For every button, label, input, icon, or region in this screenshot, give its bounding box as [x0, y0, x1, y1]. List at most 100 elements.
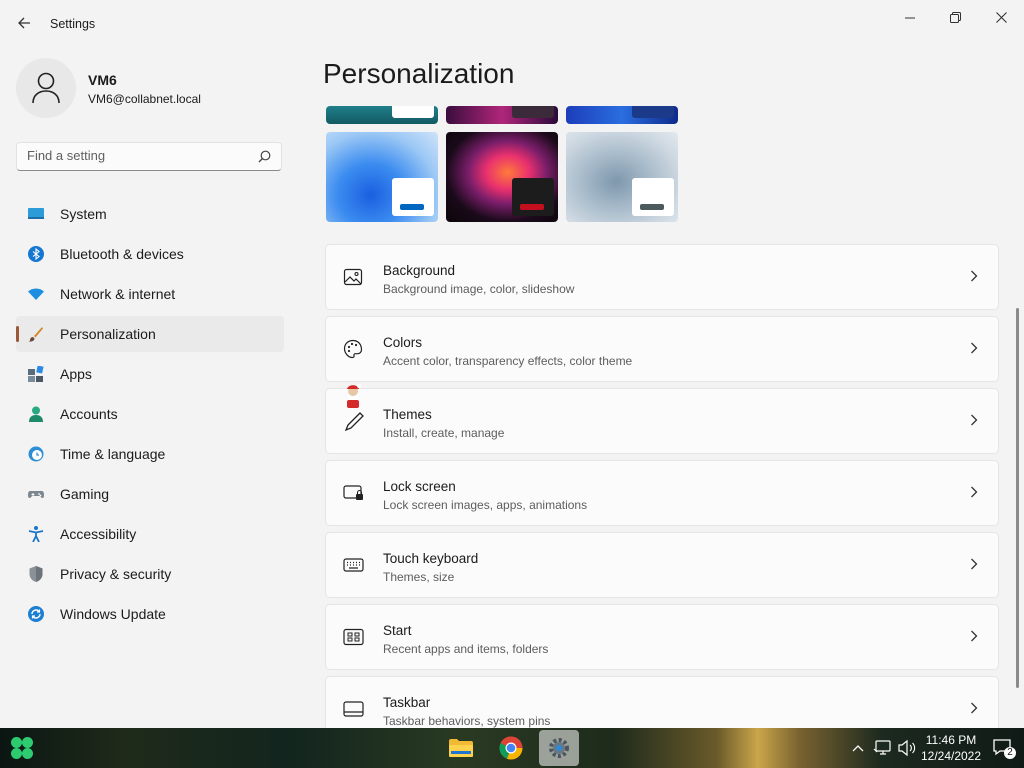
- theme-thumbnail-partial[interactable]: [566, 106, 678, 124]
- taskbar-icon: [343, 699, 365, 721]
- sidebar-item-personalization[interactable]: Personalization: [16, 316, 284, 352]
- user-name: VM6: [88, 72, 117, 88]
- sidebar-item-label: Personalization: [60, 326, 156, 342]
- search-icon[interactable]: [258, 150, 271, 168]
- card-title: Colors: [383, 335, 423, 350]
- card-title: Themes: [383, 407, 432, 422]
- theme-preview-window: [392, 178, 434, 216]
- card-subtitle: Taskbar behaviors, system pins: [383, 714, 551, 728]
- notification-count-badge: 2: [1007, 747, 1013, 758]
- taskbar-app-file-explorer[interactable]: [441, 730, 481, 766]
- settings-icon: [548, 737, 570, 764]
- start-menu-icon: [343, 627, 365, 649]
- chevron-up-icon[interactable]: [850, 728, 866, 768]
- card-subtitle: Themes, size: [383, 570, 455, 584]
- sidebar-item-windows-update[interactable]: Windows Update: [16, 596, 284, 632]
- sidebar-nav: System Bluetooth & devices Network & int…: [16, 196, 284, 636]
- avatar[interactable]: [16, 58, 76, 118]
- card-background[interactable]: Background Background image, color, slid…: [325, 244, 999, 310]
- keyboard-icon: [343, 555, 365, 577]
- brush-icon: [28, 326, 44, 342]
- lock-screen-icon: [343, 483, 365, 505]
- system-clock[interactable]: 11:46 PM 12/24/2022: [914, 732, 988, 764]
- card-subtitle: Recent apps and items, folders: [383, 642, 549, 656]
- minimize-icon[interactable]: [894, 8, 926, 28]
- card-subtitle: Background image, color, slideshow: [383, 282, 575, 296]
- scrollbar-thumb[interactable]: [1016, 308, 1019, 688]
- chevron-right-icon: [970, 269, 978, 287]
- notification-center-icon[interactable]: 2: [992, 728, 1018, 768]
- search-input[interactable]: [27, 148, 247, 163]
- shield-icon: [28, 566, 44, 582]
- theme-preview-window: [512, 178, 554, 216]
- restore-icon[interactable]: [939, 8, 971, 28]
- window-title: Settings: [50, 17, 96, 31]
- sidebar-item-accessibility[interactable]: Accessibility: [16, 516, 284, 552]
- chevron-right-icon: [970, 701, 978, 719]
- theme-thumbnail-partial[interactable]: [326, 106, 438, 124]
- theme-thumbnail-partial[interactable]: [446, 106, 558, 124]
- sidebar-item-privacy-security[interactable]: Privacy & security: [16, 556, 284, 592]
- card-touch-keyboard[interactable]: Touch keyboard Themes, size: [325, 532, 999, 598]
- back-arrow-icon[interactable]: [14, 12, 34, 36]
- card-title: Background: [383, 263, 456, 278]
- sidebar-item-label: Windows Update: [60, 606, 166, 622]
- sidebar-item-system[interactable]: System: [16, 196, 284, 232]
- sidebar-item-label: Time & language: [60, 446, 166, 462]
- card-subtitle: Install, create, manage: [383, 426, 505, 440]
- taskbar-app-chrome[interactable]: [491, 730, 531, 766]
- sidebar-item-gaming[interactable]: Gaming: [16, 476, 284, 512]
- accessibility-icon: [28, 526, 44, 543]
- sidebar-item-label: System: [60, 206, 107, 222]
- gamepad-icon: [28, 486, 44, 502]
- sidebar-item-apps[interactable]: Apps: [16, 356, 284, 392]
- bluetooth-icon: [28, 246, 44, 262]
- sidebar-item-time-language[interactable]: Time & language: [16, 436, 284, 472]
- card-title: Taskbar: [383, 695, 431, 710]
- taskbar: 11:46 PM 12/24/2022 2: [0, 728, 1024, 768]
- sidebar-item-label: Accessibility: [60, 526, 137, 542]
- sidebar-item-network[interactable]: Network & internet: [16, 276, 284, 312]
- search-box[interactable]: [16, 142, 282, 171]
- start-button[interactable]: [8, 734, 38, 762]
- network-icon[interactable]: [873, 728, 893, 768]
- image-icon: [343, 267, 365, 289]
- chevron-right-icon: [970, 557, 978, 575]
- sidebar-item-bluetooth[interactable]: Bluetooth & devices: [16, 236, 284, 272]
- clock-date: 12/24/2022: [920, 749, 982, 763]
- update-icon: [28, 606, 44, 622]
- file-explorer-icon: [449, 738, 473, 763]
- apps-icon: [28, 365, 44, 382]
- chrome-icon: [499, 736, 523, 765]
- sidebar-item-label: Gaming: [60, 486, 110, 502]
- theme-thumbnail-glow[interactable]: [446, 132, 558, 222]
- palette-icon: [343, 339, 365, 361]
- sidebar-item-label: Network & internet: [60, 286, 176, 302]
- chevron-right-icon: [970, 341, 978, 359]
- sidebar-item-accounts[interactable]: Accounts: [16, 396, 284, 432]
- theme-thumbnail-windows-light[interactable]: [326, 132, 438, 222]
- chevron-right-icon: [970, 629, 978, 647]
- brush-pen-icon: [340, 383, 366, 433]
- card-start[interactable]: Start Recent apps and items, folders: [325, 604, 999, 670]
- page-title: Personalization: [323, 58, 515, 89]
- sidebar-item-label: Bluetooth & devices: [60, 246, 184, 262]
- theme-accent-bar: [640, 204, 664, 210]
- title-bar: Settings: [0, 0, 1024, 48]
- card-themes[interactable]: Themes Install, create, manage: [325, 384, 999, 454]
- close-icon[interactable]: [985, 8, 1017, 28]
- system-icon: [28, 206, 44, 222]
- taskbar-app-settings[interactable]: [539, 730, 579, 766]
- theme-accent-bar: [520, 204, 544, 210]
- theme-accent-bar: [400, 204, 424, 210]
- theme-preview-window: [632, 178, 674, 216]
- card-lock-screen[interactable]: Lock screen Lock screen images, apps, an…: [325, 460, 999, 526]
- sidebar-item-label: Apps: [60, 366, 92, 382]
- card-title: Lock screen: [383, 479, 456, 494]
- theme-thumbnail-captured-motion[interactable]: [566, 132, 678, 222]
- clock-time: 11:46 PM: [925, 733, 977, 747]
- card-colors[interactable]: Colors Accent color, transparency effect…: [325, 316, 999, 382]
- chevron-right-icon: [970, 413, 978, 431]
- card-subtitle: Lock screen images, apps, animations: [383, 498, 588, 512]
- globe-clock-icon: [28, 446, 44, 462]
